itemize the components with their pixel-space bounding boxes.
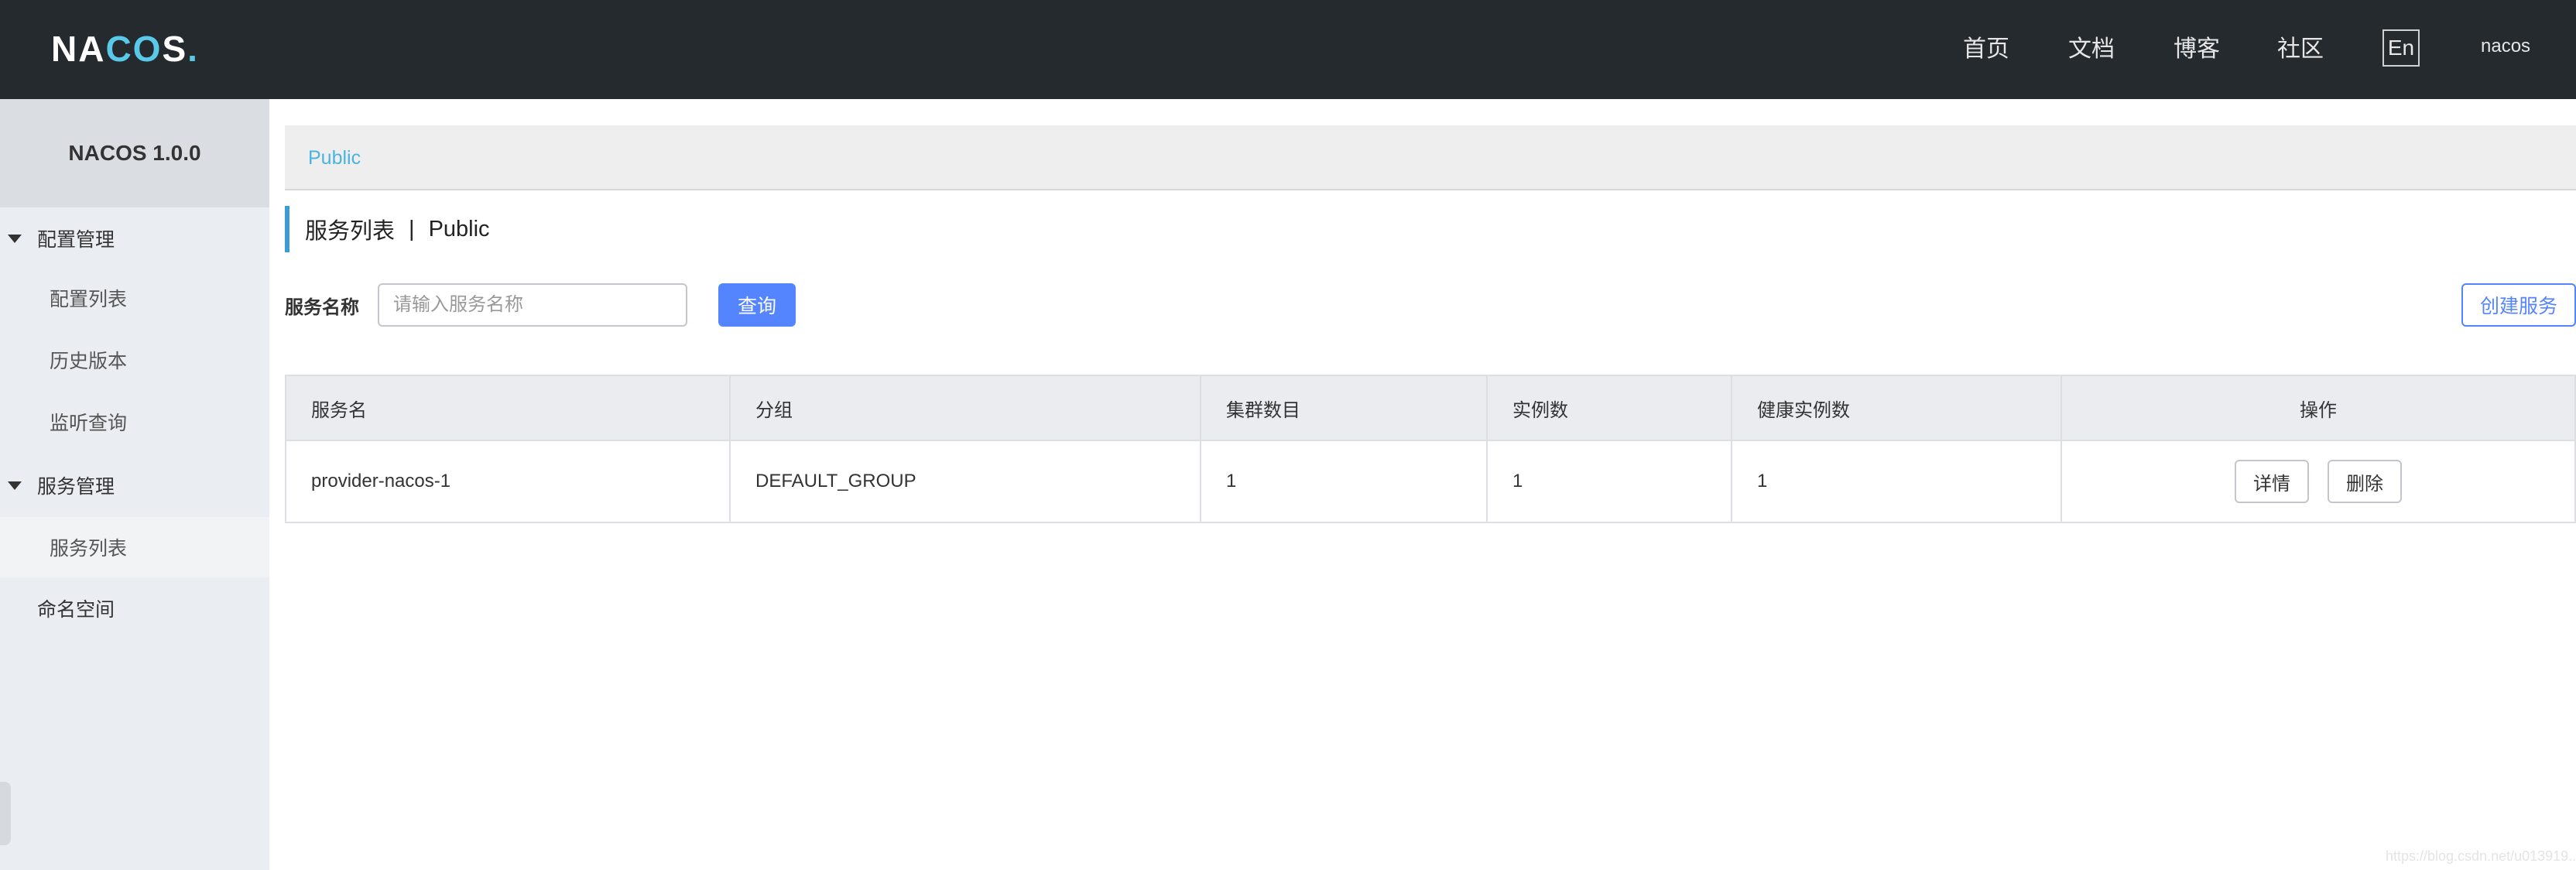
- sidebar-group-service-management[interactable]: 服务管理: [0, 457, 269, 513]
- column-header-service-name: 服务名: [286, 376, 731, 440]
- sidebar-item-service-list[interactable]: 服务列表: [0, 517, 269, 577]
- logo-text-part3: S: [162, 29, 188, 69]
- cell-healthy-instance-count: 1: [1732, 441, 2062, 522]
- page-title-namespace: Public: [428, 216, 490, 241]
- sidebar-group-config-management[interactable]: 配置管理: [0, 211, 269, 266]
- page-title-text: 服务列表: [305, 219, 396, 244]
- service-name-input[interactable]: [378, 283, 687, 327]
- logo-text-part2: CO: [105, 29, 163, 69]
- sidebar-group-label: 服务管理: [37, 476, 115, 498]
- cell-service-name: provider-nacos-1: [286, 441, 731, 522]
- table-row: provider-nacos-1 DEFAULT_GROUP 1 1 1 详情 …: [286, 441, 2574, 522]
- service-table: 服务名 分组 集群数目 实例数 健康实例数 操作 provider-nacos-…: [285, 375, 2576, 523]
- sidebar-item-label: 历史版本: [50, 351, 128, 372]
- sidebar-item-config-list[interactable]: 配置列表: [0, 268, 269, 328]
- sidebar-title: NACOS 1.0.0: [0, 99, 269, 207]
- sidebar-item-history[interactable]: 历史版本: [0, 330, 269, 390]
- column-header-cluster-count: 集群数目: [1201, 376, 1488, 440]
- column-header-operations: 操作: [2300, 399, 2337, 421]
- language-switch-button[interactable]: En: [2382, 29, 2420, 67]
- sidebar: NACOS 1.0.0 配置管理 配置列表 历史版本 监听查询 服务管理 服务列…: [0, 99, 269, 870]
- top-header: NA CO S. 首页 文档 博客 社区 En nacos: [0, 0, 2576, 99]
- column-header-instance-count: 实例数: [1488, 376, 1732, 440]
- logo-text-part1: NA: [51, 29, 106, 69]
- sidebar-item-listener-query[interactable]: 监听查询: [0, 392, 269, 452]
- sidebar-collapse-handle[interactable]: [0, 782, 11, 845]
- cell-group: DEFAULT_GROUP: [731, 441, 1201, 522]
- caret-down-icon: [8, 481, 22, 490]
- page-title-separator: |: [409, 216, 415, 241]
- cell-operations: 详情 删除: [2062, 441, 2574, 522]
- nav-community[interactable]: 社区: [2277, 29, 2324, 63]
- cell-cluster-count: 1: [1201, 441, 1488, 522]
- cell-instance-count: 1: [1488, 441, 1732, 522]
- nav-home[interactable]: 首页: [1963, 29, 2009, 63]
- query-button[interactable]: 查询: [718, 283, 796, 327]
- sidebar-item-namespace[interactable]: 命名空间: [0, 581, 269, 636]
- nav-blog[interactable]: 博客: [2174, 29, 2220, 63]
- table-header: 服务名 分组 集群数目 实例数 健康实例数 操作: [286, 376, 2574, 441]
- breadcrumb-bar: Public: [285, 125, 2576, 190]
- sidebar-item-label: 服务列表: [50, 538, 128, 560]
- column-header-healthy-instance-count: 健康实例数: [1732, 376, 2062, 440]
- watermark: https://blog.csdn.net/u013919...: [2386, 848, 2576, 864]
- page-title: 服务列表 | Public: [285, 206, 490, 252]
- sidebar-item-label: 监听查询: [50, 413, 128, 434]
- user-name[interactable]: nacos: [2481, 36, 2530, 57]
- column-header-group: 分组: [731, 376, 1201, 440]
- service-name-label: 服务名称: [285, 297, 359, 318]
- sidebar-group-label: 命名空间: [37, 599, 115, 621]
- sidebar-group-label: 配置管理: [37, 229, 115, 251]
- nav-docs[interactable]: 文档: [2068, 29, 2115, 63]
- caret-down-icon: [8, 235, 22, 243]
- detail-button[interactable]: 详情: [2235, 460, 2309, 503]
- logo-dot: .: [187, 29, 199, 69]
- create-service-button[interactable]: 创建服务: [2461, 283, 2576, 327]
- nacos-logo[interactable]: NA CO S.: [51, 23, 199, 74]
- breadcrumb[interactable]: Public: [308, 147, 361, 170]
- delete-button[interactable]: 删除: [2328, 460, 2402, 503]
- sidebar-item-label: 配置列表: [50, 289, 128, 310]
